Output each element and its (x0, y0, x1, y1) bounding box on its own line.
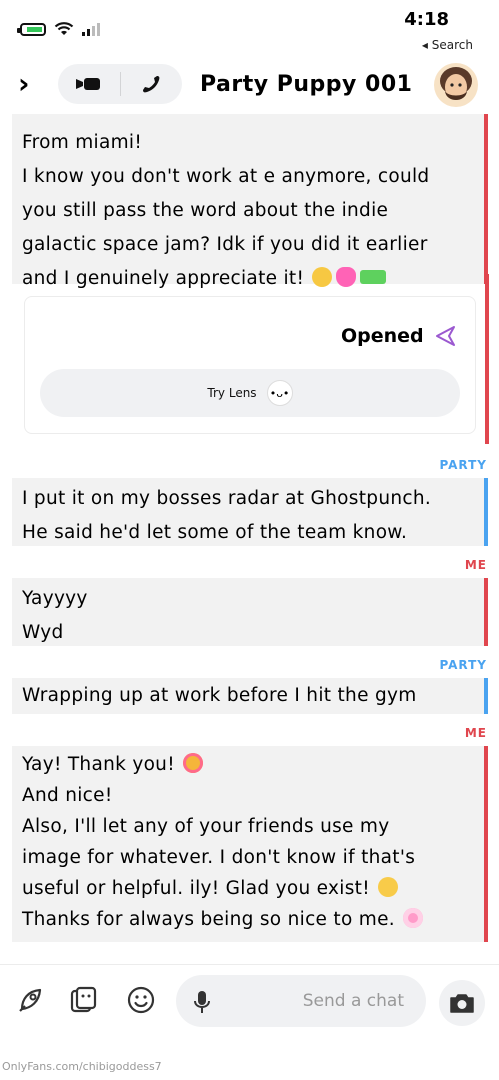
message-line: Wrapping up at work before I hit the gym (22, 685, 417, 706)
status-bar: 4:18 ◂ Search (0, 0, 499, 58)
signal-icon (82, 22, 100, 36)
message-line: He said he'd let some of the team know. (22, 522, 408, 543)
message-bubble[interactable]: Yayyyy Wyd (12, 578, 488, 646)
battery-icon (17, 22, 46, 36)
wifi-icon (54, 22, 74, 35)
back-to-search[interactable]: ◂ Search (422, 38, 473, 52)
growing-heart-icon (336, 267, 357, 287)
message-line: And nice! (22, 785, 113, 806)
message-line-with-emoji: and I genuinely appreciate it! (22, 262, 464, 296)
message-bubble[interactable]: Yay! Thank you! And nice! Also, I'll let… (12, 746, 488, 942)
watermark: OnlyFans.com/chibigoddess7 (2, 1060, 162, 1073)
lens-face-icon: •ᴗ• (266, 380, 293, 406)
mic-icon[interactable] (192, 989, 212, 1015)
message-line: Yayyyy (22, 588, 88, 609)
video-camera-icon (75, 78, 100, 90)
message-text: and I genuinely appreciate it! (22, 268, 305, 289)
try-lens-label: Try Lens (207, 386, 257, 400)
opened-status: Opened (341, 325, 456, 347)
chat-header: › Party Puppy 001 (0, 58, 499, 114)
rocket-icon[interactable] (16, 985, 46, 1015)
message-line: you still pass the word about the indie (22, 200, 389, 221)
message-line: image for whatever. I don't know if that… (22, 847, 416, 868)
chevron-right-icon[interactable]: › (18, 70, 30, 98)
message-line-with-emoji: Yay! Thank you! (22, 749, 464, 780)
opened-label: Opened (341, 325, 424, 347)
message-text: useful or helpful. ily! Glad you exist! (22, 878, 370, 899)
message-bubble[interactable]: From miami! I know you don't work at e a… (12, 114, 488, 289)
opened-snap-card[interactable]: Opened Try Lens •ᴗ• (24, 296, 476, 434)
sender-label: PARTY (439, 458, 487, 472)
sent-arrow-icon (435, 326, 455, 346)
sticker-icon[interactable] (68, 985, 98, 1015)
try-lens-button[interactable]: Try Lens •ᴗ• (40, 369, 460, 417)
video-call-button[interactable] (58, 64, 120, 104)
call-controls (58, 64, 182, 104)
camera-icon (450, 994, 474, 1013)
message-text: Yay! Thank you! (22, 754, 175, 775)
phone-icon (143, 76, 160, 93)
cherry-blossom-icon (403, 908, 424, 928)
voice-call-button[interactable] (120, 64, 182, 104)
send-chat-placeholder: Send a chat (302, 991, 404, 1011)
message-line: From miami! (22, 132, 143, 153)
message-rail (485, 274, 489, 444)
message-bubble[interactable]: I put it on my bosses radar at Ghostpunc… (12, 478, 488, 546)
message-line: Also, I'll let any of your friends use m… (22, 816, 390, 837)
message-line: I put it on my bosses radar at Ghostpunc… (22, 488, 432, 509)
chat-thread[interactable]: From miami! I know you don't work at e a… (0, 114, 499, 964)
message-line: galactic space jam? Idk if you did it ea… (22, 234, 428, 255)
water-pistol-icon (360, 270, 387, 284)
message-line: Wyd (22, 622, 64, 643)
send-chat-input[interactable]: Send a chat (176, 975, 426, 1027)
camera-button[interactable] (439, 980, 485, 1026)
message-text: Thanks for always being so nice to me. (22, 909, 395, 930)
bitmoji-avatar-icon (440, 67, 472, 100)
message-bubble[interactable]: Wrapping up at work before I hit the gym (12, 678, 488, 714)
smiling-face-icon (378, 877, 399, 897)
smiling-face-with-hearts-icon (183, 753, 204, 773)
avatar[interactable] (434, 63, 478, 107)
status-time: 4:18 (404, 9, 449, 30)
sender-label: ME (464, 558, 487, 572)
status-icons (17, 22, 100, 36)
contact-name[interactable]: Party Puppy 001 (200, 72, 428, 97)
message-line-with-emoji: useful or helpful. ily! Glad you exist! (22, 873, 464, 904)
pleading-face-icon (312, 267, 333, 287)
message-line-with-emoji: Thanks for always being so nice to me. (22, 904, 464, 935)
sender-label: ME (464, 726, 487, 740)
message-line: I know you don't work at e anymore, coul… (22, 166, 430, 187)
smiley-icon[interactable] (126, 985, 156, 1015)
sender-label: PARTY (439, 658, 487, 672)
chat-input-bar: Send a chat (0, 964, 499, 1037)
